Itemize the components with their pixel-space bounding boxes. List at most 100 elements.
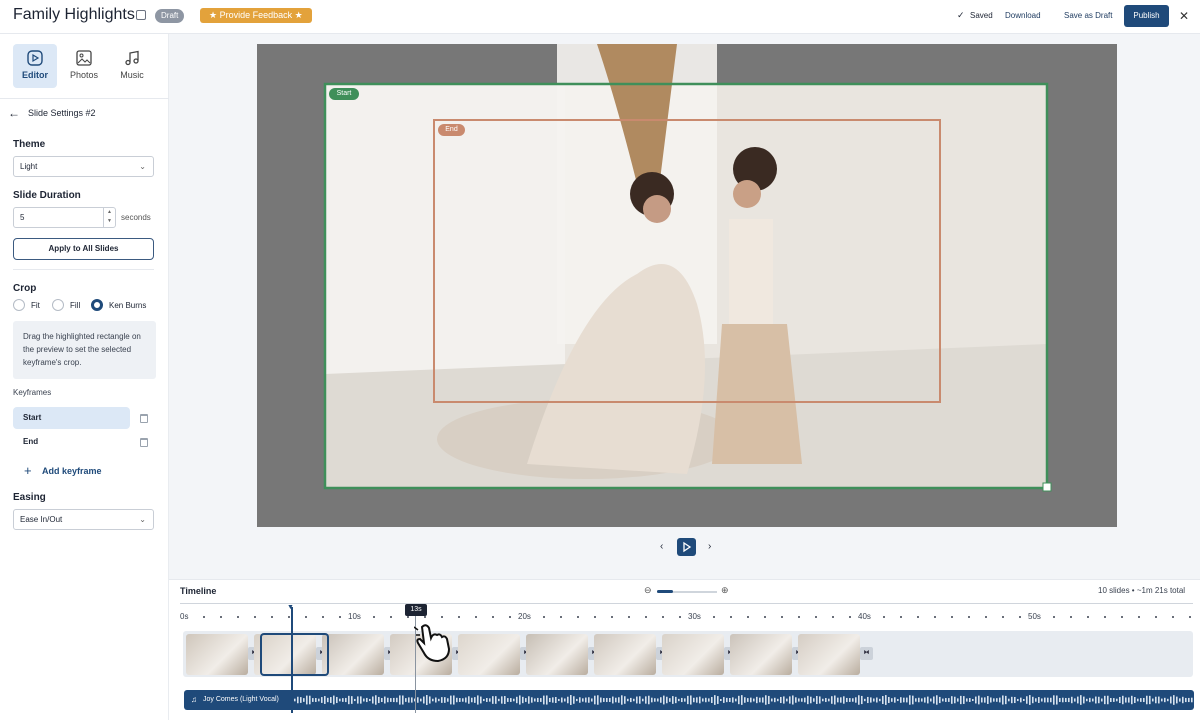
trash-icon[interactable] [140, 438, 148, 447]
waveform-bar [720, 698, 722, 702]
tab-editor[interactable]: Editor [13, 44, 57, 88]
add-keyframe-button[interactable]: Add keyframe [42, 466, 102, 476]
end-keyframe-tag: End [438, 124, 465, 136]
waveform-bar [1098, 696, 1100, 704]
close-icon[interactable]: ✕ [1179, 9, 1189, 23]
waveform-bar [354, 698, 356, 702]
audio-track[interactable] [184, 690, 1194, 710]
crop-fit-label: Fit [31, 301, 40, 310]
stepper-icon[interactable]: ▲ ▼ [103, 208, 115, 227]
tick-dot [1172, 616, 1174, 618]
slide-thumbnail[interactable] [526, 634, 588, 675]
audio-track-label: Joy Comes (Light Vocal) [203, 696, 279, 703]
tab-photos[interactable]: Photos [62, 44, 106, 88]
crop-fill-radio[interactable] [52, 299, 64, 311]
apply-to-all-slides-button[interactable]: Apply to All Slides [13, 238, 154, 260]
chevron-left-icon[interactable]: ‹ [660, 541, 663, 552]
zoom-out-icon[interactable]: ⊖ [644, 585, 652, 596]
waveform-bar [1137, 698, 1139, 702]
waveform-bar [822, 698, 824, 702]
zoom-in-icon[interactable]: ⊕ [721, 585, 729, 596]
waveform-bar [1143, 697, 1145, 703]
publish-button[interactable]: Publish [1124, 5, 1169, 27]
waveform-bar [888, 696, 890, 704]
project-title[interactable]: Family Highlights [13, 6, 135, 24]
easing-select[interactable]: Ease In/Out ⌄ [13, 509, 154, 530]
waveform-bar [885, 695, 887, 705]
duration-unit: seconds [121, 213, 151, 222]
slide-thumbnail[interactable] [798, 634, 860, 675]
waveform-bar [309, 695, 311, 705]
waveform-bar [1182, 696, 1184, 704]
waveform-bar [378, 696, 380, 704]
waveform-bar [1155, 696, 1157, 704]
waveform-bar [933, 696, 935, 704]
tick-label: 50s [1028, 612, 1041, 621]
waveform-bar [366, 697, 368, 703]
slide-thumbnail[interactable] [458, 634, 520, 675]
waveform-bar [609, 698, 611, 702]
waveform-bar [1116, 698, 1118, 702]
theme-select[interactable]: Light ⌄ [13, 156, 154, 177]
keyframe-end[interactable]: End [13, 431, 130, 453]
waveform-bar [762, 697, 764, 703]
keyframe-start[interactable]: Start [13, 407, 130, 429]
waveform-bar [465, 697, 467, 703]
slide-preview[interactable] [257, 44, 1117, 527]
slide-thumbnail[interactable] [186, 634, 248, 675]
waveform-bar [756, 696, 758, 704]
save-as-draft-button[interactable]: Save as Draft [1064, 11, 1112, 20]
chevron-right-icon[interactable]: › [708, 541, 711, 552]
slide-thumbnail[interactable] [322, 634, 384, 675]
crop-ken-burns-radio[interactable] [91, 299, 103, 311]
tick-dot [730, 616, 732, 618]
waveform-bar [399, 695, 401, 705]
waveform-bar [528, 696, 530, 704]
tick-dot [645, 616, 647, 618]
waveform-bar [315, 698, 317, 702]
waveform-bar [699, 696, 701, 704]
waveform-bar [1029, 695, 1031, 705]
waveform-bar [1167, 698, 1169, 702]
waveform-bar [1083, 696, 1085, 704]
waveform-bar [303, 698, 305, 702]
waveform-bar [1011, 696, 1013, 704]
waveform-bar [1146, 695, 1148, 705]
waveform-bar [474, 697, 476, 703]
waveform-bar [372, 696, 374, 704]
trash-icon[interactable] [140, 414, 148, 423]
waveform-bar [870, 697, 872, 703]
waveform-bar [1086, 698, 1088, 702]
edit-pencil-icon[interactable] [136, 10, 146, 20]
waveform-bar [852, 698, 854, 702]
waveform-bar [393, 697, 395, 703]
slide-thumbnail[interactable] [662, 634, 724, 675]
tick-dot [747, 616, 749, 618]
slide-duration-label: Slide Duration [13, 190, 81, 201]
tick-dot [1155, 616, 1157, 618]
waveform-bar [549, 697, 551, 703]
playhead[interactable] [291, 607, 293, 713]
play-button[interactable] [677, 538, 696, 556]
waveform-bar [1101, 698, 1103, 702]
duration-input[interactable]: 5 ▲ ▼ [13, 207, 116, 228]
waveform-bar [873, 698, 875, 702]
crop-fit-radio[interactable] [13, 299, 25, 311]
waveform-bar [705, 697, 707, 703]
plus-icon[interactable]: + [24, 463, 32, 478]
provide-feedback-button[interactable]: ★ Provide Feedback ★ [200, 8, 312, 23]
waveform-bar [837, 697, 839, 703]
slide-thumbnail[interactable] [730, 634, 792, 675]
waveform-bar [999, 697, 1001, 703]
waveform-bar [1095, 696, 1097, 704]
tick-dot [628, 616, 630, 618]
waveform-bar [402, 695, 404, 705]
tab-music[interactable]: Music [110, 44, 154, 88]
download-button[interactable]: Download [1005, 11, 1041, 20]
transition-icon[interactable]: ⧓ [860, 647, 873, 660]
slide-thumbnail[interactable] [594, 634, 656, 675]
waveform-bar [357, 696, 359, 704]
back-arrow-icon[interactable]: ← [8, 106, 20, 120]
waveform-bar [744, 697, 746, 703]
waveform-bar [444, 697, 446, 703]
